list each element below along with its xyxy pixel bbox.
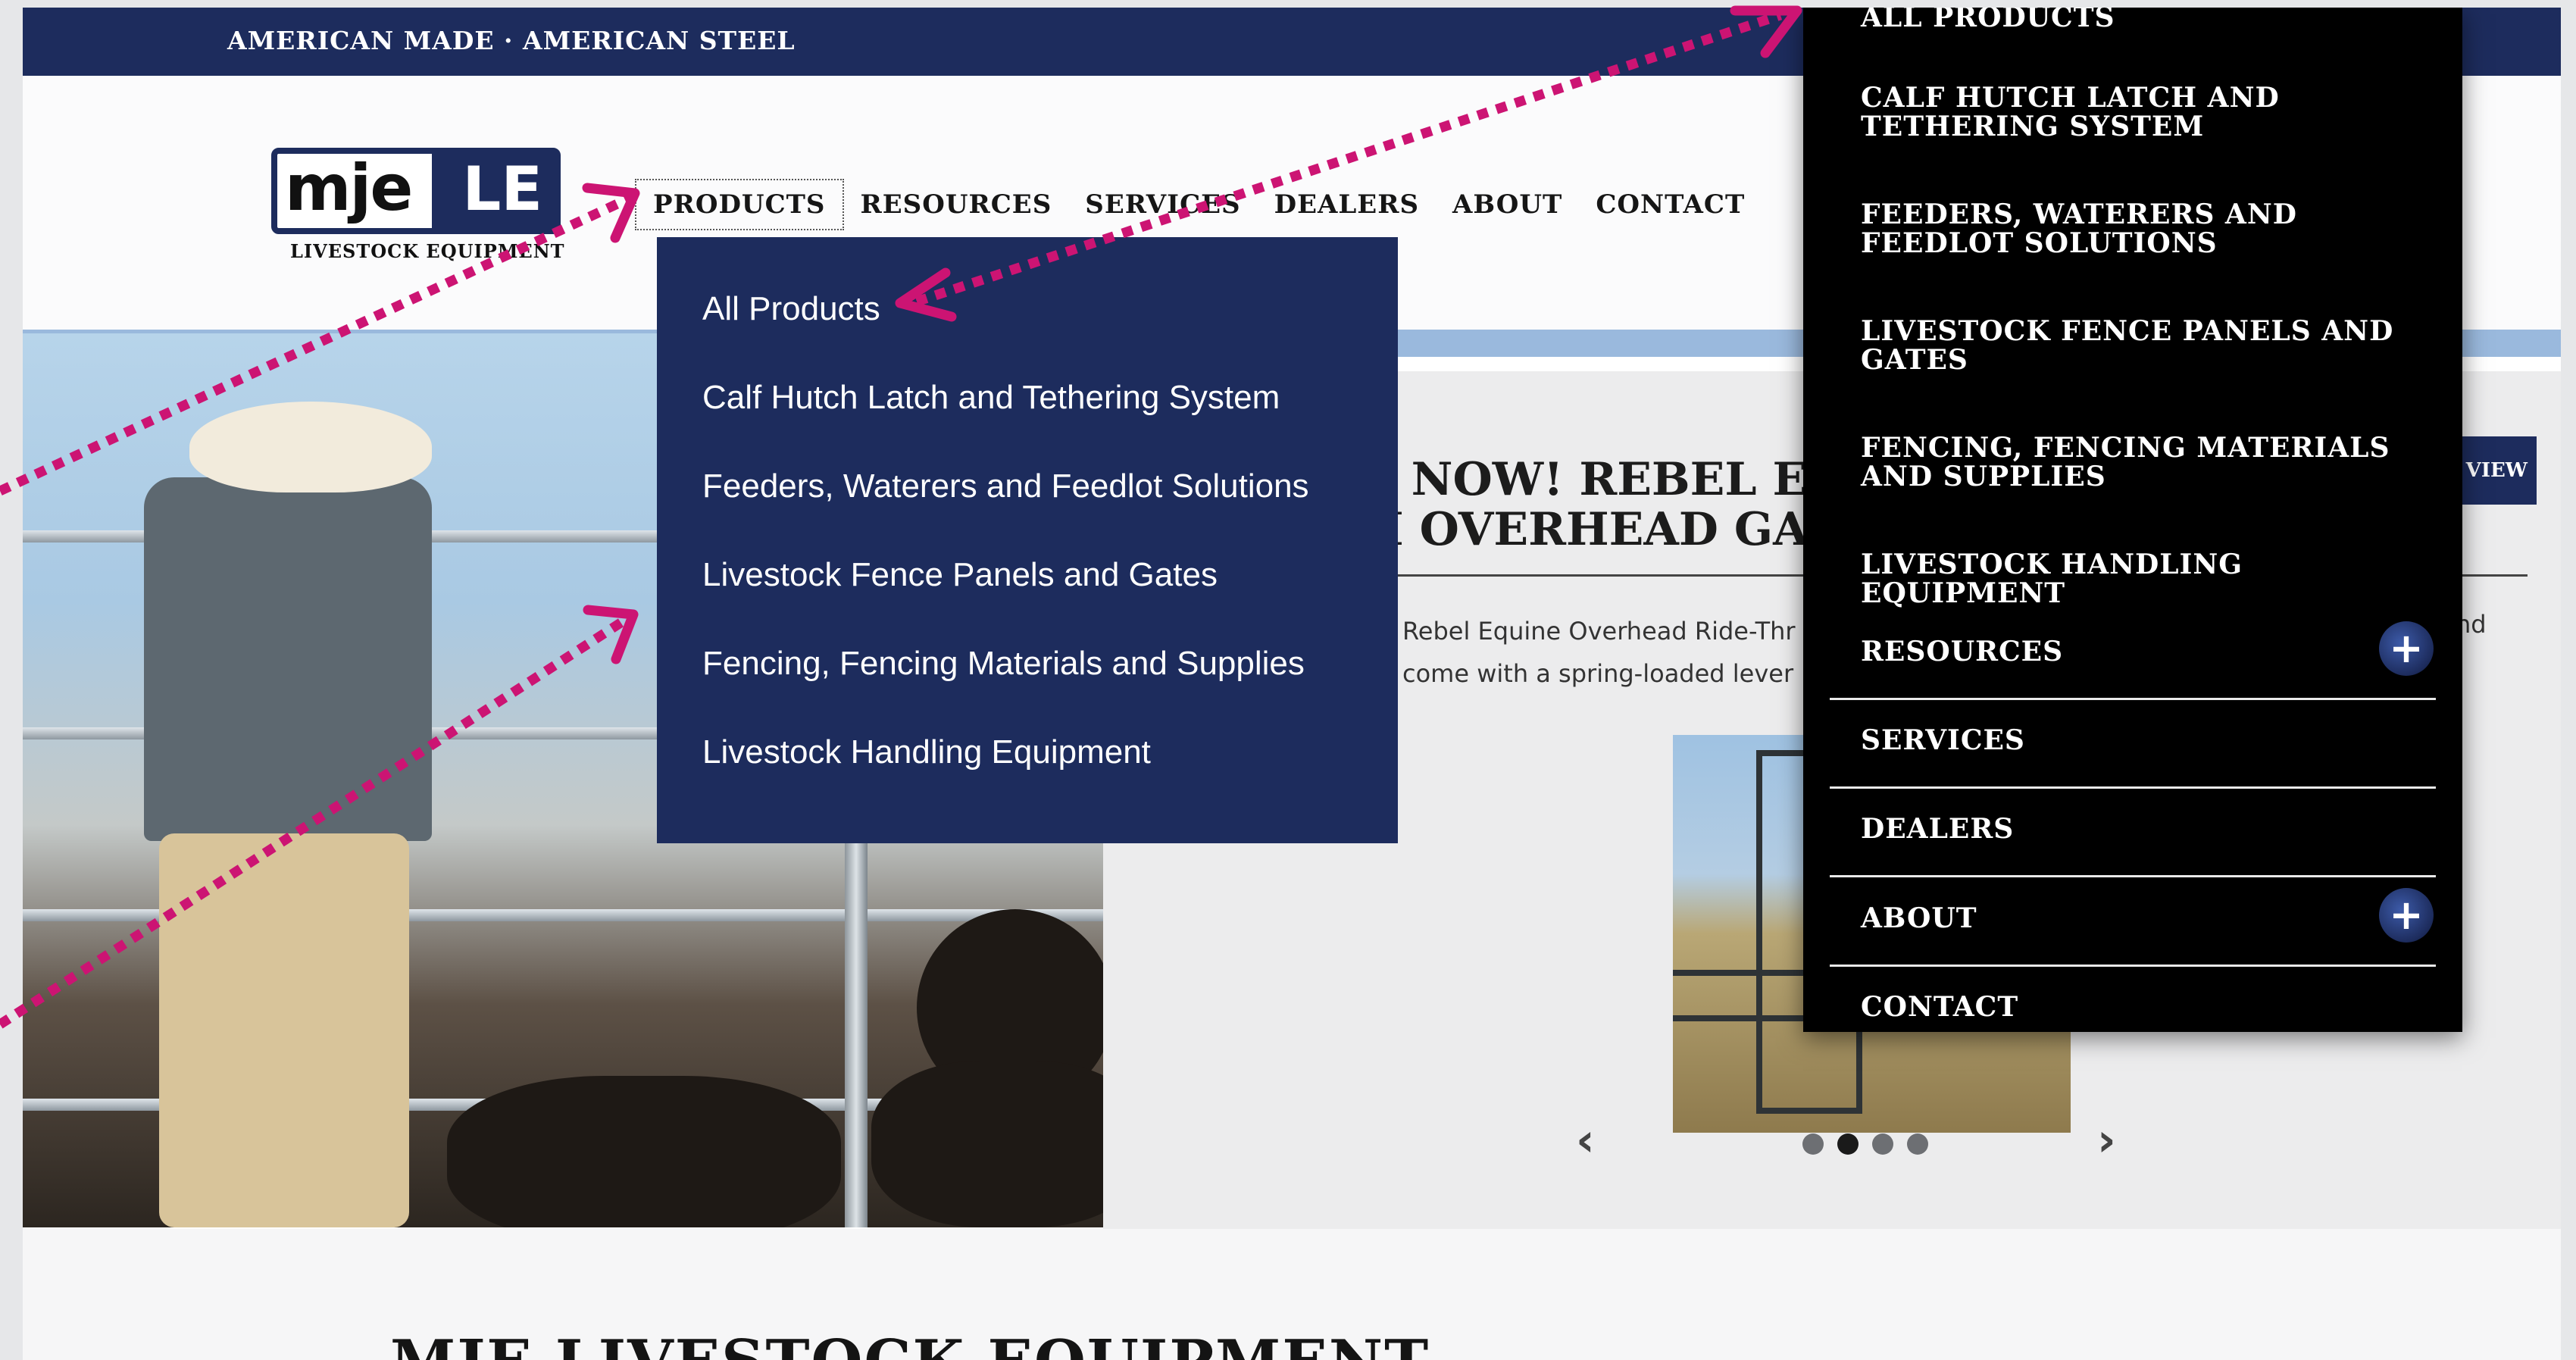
boy-figure [144, 477, 432, 841]
slide-dot[interactable] [1802, 1133, 1824, 1155]
dropdown-item-feeders[interactable]: Feeders, Waterers and Feedlot Solutions [657, 467, 1398, 556]
dropdown-item-fencing[interactable]: Fencing, Fencing Materials and Supplies [657, 645, 1398, 733]
bottom-section: MJE LIVESTOCK EQUIPMENT [23, 1229, 2561, 1360]
expand-plus-icon[interactable]: + [2379, 621, 2434, 676]
menu-separator [1830, 965, 2436, 967]
page: AMERICAN MADE · AMERICAN STEEL mje LE LI… [23, 8, 2561, 1360]
dropdown-item-handling[interactable]: Livestock Handling Equipment [657, 733, 1398, 822]
mobile-item-feeders[interactable]: FEEDERS, WATERERS AND FEEDLOT SOLUTIONS [1861, 200, 2421, 258]
nav-dealers[interactable]: DEALERS [1258, 180, 1436, 229]
fence-post [845, 818, 868, 1227]
mobile-menu: ALL PRODUCTS CALF HUTCH LATCH AND TETHER… [1803, 8, 2462, 1032]
menu-separator [1830, 875, 2436, 877]
slide-dot[interactable] [1872, 1133, 1893, 1155]
logo-mark: mje LE [271, 148, 561, 234]
dropdown-item-all-products[interactable]: All Products [657, 290, 1398, 379]
mobile-item-services[interactable]: SERVICES [1861, 726, 2421, 755]
section-title: MJE LIVESTOCK EQUIPMENT [390, 1327, 1430, 1360]
nav-contact[interactable]: CONTACT [1579, 180, 1762, 229]
logo-mje-text: mje [285, 151, 413, 225]
dropdown-item-fence-panels[interactable]: Livestock Fence Panels and Gates [657, 556, 1398, 645]
logo-subtitle: LIVESTOCK EQUIPMENT [290, 240, 565, 262]
expand-plus-icon[interactable]: + [2379, 888, 2434, 943]
nav-about[interactable]: ABOUT [1436, 180, 1579, 229]
mobile-item-calf-hutch[interactable]: CALF HUTCH LATCH AND TETHERING SYSTEM [1861, 83, 2421, 141]
cow-shape [871, 1061, 1129, 1227]
next-slide-arrow[interactable]: › [2097, 1114, 2116, 1167]
mobile-item-fencing[interactable]: FENCING, FENCING MATERIALS AND SUPPLIES [1861, 433, 2421, 491]
boy-figure [159, 833, 409, 1227]
mobile-item-about[interactable]: ABOUT [1861, 904, 2421, 933]
dropdown-item-calf-hutch[interactable]: Calf Hutch Latch and Tethering System [657, 379, 1398, 467]
tagline: AMERICAN MADE · AMERICAN STEEL [227, 26, 796, 55]
nav-products[interactable]: PRODUCTS [635, 179, 844, 230]
menu-separator [1830, 698, 2436, 700]
main-nav: PRODUCTS RESOURCES SERVICES DEALERS ABOU… [635, 178, 1762, 231]
mobile-item-fence-panels[interactable]: LIVESTOCK FENCE PANELS AND GATES [1861, 317, 2421, 374]
logo-le-text: LE [462, 154, 542, 224]
mobile-item-handling[interactable]: LIVESTOCK HANDLING EQUIPMENT [1861, 550, 2421, 608]
nav-services[interactable]: SERVICES [1068, 180, 1257, 229]
cow-shape [447, 1076, 841, 1227]
mobile-item-resources[interactable]: RESOURCES [1861, 637, 2421, 666]
slide-dot-active[interactable] [1837, 1133, 1859, 1155]
slide-dot[interactable] [1907, 1133, 1928, 1155]
mobile-item-all-products[interactable]: ALL PRODUCTS [1861, 8, 2421, 32]
cowboy-hat [189, 402, 432, 492]
prev-slide-arrow[interactable]: ‹ [1576, 1114, 1595, 1167]
site-logo[interactable]: mje LE LIVESTOCK EQUIPMENT [271, 148, 567, 277]
slide-dots [1802, 1133, 1928, 1155]
mobile-item-contact[interactable]: CONTACT [1861, 993, 2421, 1021]
products-dropdown: All Products Calf Hutch Latch and Tether… [657, 237, 1398, 843]
menu-separator [1830, 786, 2436, 789]
nav-resources[interactable]: RESOURCES [844, 180, 1069, 229]
mobile-item-dealers[interactable]: DEALERS [1861, 814, 2421, 843]
